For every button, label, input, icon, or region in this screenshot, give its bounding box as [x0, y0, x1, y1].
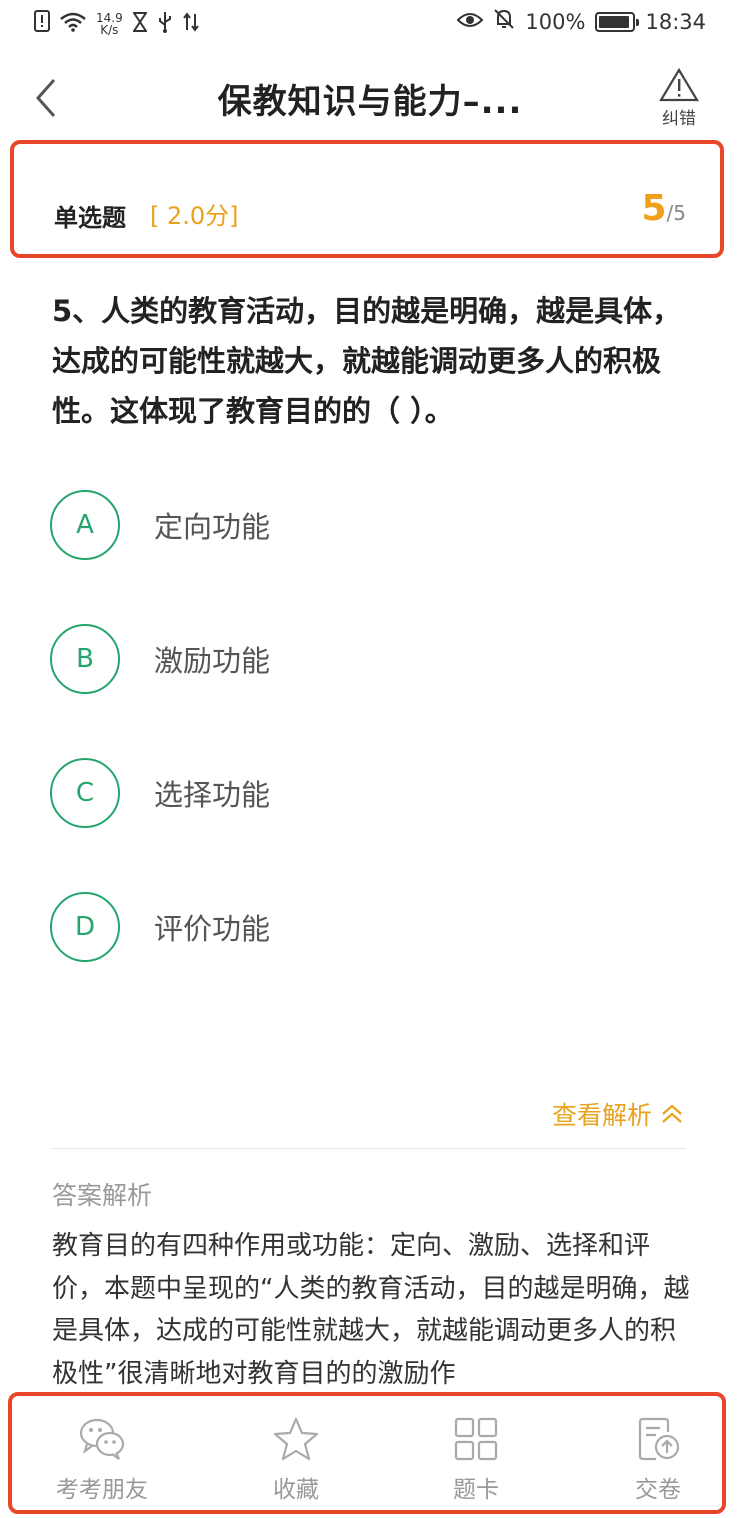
answer-analysis-heading: 答案解析 — [52, 1181, 153, 1210]
option-letter: C — [50, 758, 120, 828]
tab-favorite-label: 收藏 — [273, 1477, 319, 1503]
data-transfer-icon — [182, 11, 199, 36]
hourglass-icon — [131, 11, 148, 36]
option-b[interactable]: B 激励功能 — [50, 624, 690, 694]
chevron-double-up-icon — [662, 1104, 682, 1123]
tab-submit-label: 交卷 — [635, 1477, 681, 1503]
battery-percent: 100% — [525, 9, 586, 34]
grid-icon — [454, 1417, 498, 1461]
question-type: 单选题 — [54, 204, 126, 232]
sim-alert-icon — [34, 10, 50, 37]
option-letter: D — [50, 892, 120, 962]
tab-answer-card[interactable]: 题卡 — [406, 1416, 546, 1504]
battery-icon — [595, 11, 640, 32]
divider — [52, 1148, 686, 1149]
report-error-button[interactable]: 纠错 — [654, 68, 704, 129]
status-left-icons: 14.9 K/s — [34, 10, 199, 37]
answer-options: A 定向功能 B 激励功能 C 选择功能 D 评价功能 — [50, 490, 690, 1026]
option-text: 评价功能 — [154, 912, 271, 946]
submit-icon — [638, 1417, 680, 1461]
exam-question-screen: 14.9 K/s 100% 18:34 保教知识与能力–... 纠错 单选题 [… — [0, 0, 740, 1518]
option-text: 激励功能 — [154, 644, 271, 678]
question-total: /5 — [666, 201, 686, 225]
usb-icon — [157, 11, 173, 37]
question-current-index: 5 — [641, 188, 667, 229]
page-title: 保教知识与能力–... — [217, 82, 523, 122]
option-c[interactable]: C 选择功能 — [50, 758, 690, 828]
star-icon — [273, 1417, 319, 1461]
clock: 18:34 — [645, 9, 706, 34]
question-progress: 5/5 — [641, 188, 686, 229]
bottom-toolbar: 考考朋友 收藏 题卡 交卷 — [0, 1390, 740, 1518]
tab-share-friends[interactable]: 考考朋友 — [32, 1416, 172, 1504]
wechat-icon — [79, 1418, 125, 1460]
option-a[interactable]: A 定向功能 — [50, 490, 690, 560]
option-letter: B — [50, 624, 120, 694]
wifi-icon — [60, 12, 86, 36]
question-meta: 单选题 [ 2.0分] 5/5 — [10, 140, 724, 258]
tab-share-friends-label: 考考朋友 — [56, 1477, 148, 1503]
tab-submit[interactable]: 交卷 — [588, 1416, 728, 1504]
tab-favorite[interactable]: 收藏 — [226, 1416, 366, 1504]
eye-comfort-icon — [457, 10, 484, 34]
answer-analysis-text: 教育目的有四种作用或功能：定向、激励、选择和评价，本题中呈现的“人类的教育活动，… — [52, 1231, 690, 1389]
option-letter: A — [50, 490, 120, 560]
question-score: [ 2.0分] — [150, 202, 239, 230]
option-text: 定向功能 — [154, 510, 271, 544]
tab-answer-card-label: 题卡 — [453, 1477, 499, 1503]
network-speed-unit: K/s — [100, 22, 119, 37]
network-speed: 14.9 K/s — [96, 12, 123, 36]
option-text: 选择功能 — [154, 778, 271, 812]
warning-triangle-icon — [659, 68, 699, 102]
view-analysis-label: 查看解析 — [551, 1101, 652, 1130]
status-bar: 14.9 K/s 100% 18:34 — [0, 0, 740, 46]
question-text: 5、人类的教育活动，目的越是明确，越是具体，达成的可能性就越大，就越能调动更多人… — [52, 294, 682, 428]
status-right-icons: 100% 18:34 — [457, 8, 706, 35]
mute-bell-icon — [493, 8, 515, 35]
report-error-label: 纠错 — [662, 109, 696, 129]
option-d[interactable]: D 评价功能 — [50, 892, 690, 962]
app-header: 保教知识与能力–... 纠错 — [0, 52, 740, 142]
view-analysis-toggle[interactable]: 查看解析 — [552, 1096, 684, 1132]
